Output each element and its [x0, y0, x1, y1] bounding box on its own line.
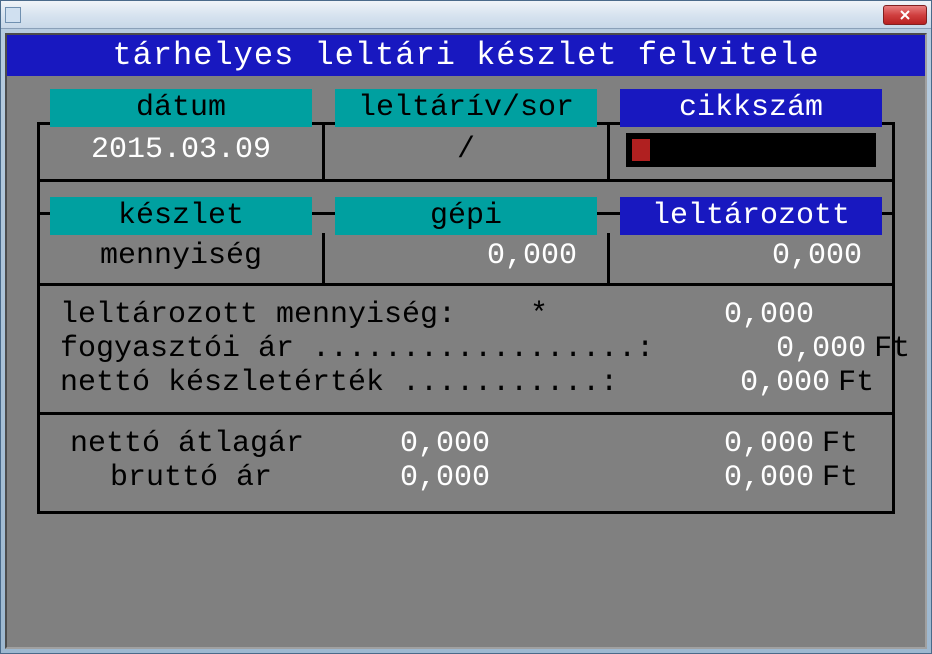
- keszlet-cell: készlet mennyiség: [40, 233, 322, 283]
- l2-label: fogyasztói ár ..................:: [60, 332, 654, 366]
- price-line-1: nettó átlagár 0,000 0,000 Ft: [60, 427, 862, 461]
- leltarozott-value: 0,000: [610, 239, 892, 273]
- l1-label: leltározott mennyiség:: [60, 298, 456, 332]
- content-area: tárhelyes leltári készlet felvitele dátu…: [1, 29, 931, 653]
- cikkszam-cell: cikkszám: [610, 125, 892, 179]
- detail-line-2: fogyasztói ár ..................: 0,000 …: [60, 332, 862, 366]
- datum-label: dátum: [50, 89, 312, 127]
- titlebar: [1, 1, 931, 29]
- l3-unit: Ft: [838, 366, 878, 400]
- leltarozott-cell: leltározott 0,000: [610, 233, 892, 283]
- gepi-value: 0,000: [325, 239, 607, 273]
- cikkszam-input[interactable]: [626, 133, 876, 167]
- datum-cell: dátum 2015.03.09: [40, 125, 322, 179]
- inner-panel: tárhelyes leltári készlet felvitele dátu…: [5, 33, 927, 649]
- leltariv-value[interactable]: /: [325, 133, 607, 167]
- datum-value: 2015.03.09: [40, 133, 322, 167]
- p1-v2: 0,000: [540, 427, 814, 461]
- leltarozott-label: leltározott: [620, 197, 882, 235]
- p2-v1: 0,000: [340, 461, 540, 495]
- close-button[interactable]: [883, 5, 927, 25]
- p1-unit: Ft: [822, 427, 862, 461]
- gepi-label: gépi: [335, 197, 597, 235]
- keszlet-label: készlet: [50, 197, 312, 235]
- price-row: nettó átlagár 0,000 0,000 Ft bruttó ár 0…: [37, 415, 895, 514]
- leltariv-cell: leltárív/sor /: [322, 125, 610, 179]
- cursor-icon: [632, 139, 650, 161]
- l1-unit: [822, 298, 862, 332]
- cikkszam-label: cikkszám: [620, 89, 882, 127]
- l1-value: 0,000: [694, 298, 814, 332]
- close-icon: [900, 10, 910, 20]
- l3-value: 0,000: [710, 366, 830, 400]
- p1-v1: 0,000: [340, 427, 540, 461]
- l1-mid: *: [520, 298, 598, 332]
- app-window: tárhelyes leltári készlet felvitele dátu…: [0, 0, 932, 654]
- stock-header-row: készlet mennyiség gépi 0,000 leltározott…: [37, 233, 895, 286]
- app-icon: [5, 7, 21, 23]
- l2-unit: Ft: [874, 332, 914, 366]
- l2-value: 0,000: [746, 332, 866, 366]
- p2-label: bruttó ár: [60, 461, 340, 495]
- p2-unit: Ft: [822, 461, 862, 495]
- p1-label: nettó átlagár: [60, 427, 340, 461]
- l3-label: nettó készletérték ...........:: [60, 366, 618, 400]
- header-row: dátum 2015.03.09 leltárív/sor / cikkszám: [37, 122, 895, 179]
- gepi-cell: gépi 0,000: [322, 233, 610, 283]
- details-row: leltározott mennyiség: * 0,000 fogyasztó…: [37, 286, 895, 415]
- detail-line-1: leltározott mennyiség: * 0,000: [60, 298, 862, 332]
- p2-v2: 0,000: [540, 461, 814, 495]
- keszlet-sublabel: mennyiség: [40, 239, 322, 273]
- detail-line-3: nettó készletérték ...........: 0,000 Ft: [60, 366, 862, 400]
- page-title: tárhelyes leltári készlet felvitele: [7, 35, 925, 76]
- form-area: dátum 2015.03.09 leltárív/sor / cikkszám: [7, 76, 925, 534]
- leltariv-label: leltárív/sor: [335, 89, 597, 127]
- price-line-2: bruttó ár 0,000 0,000 Ft: [60, 461, 862, 495]
